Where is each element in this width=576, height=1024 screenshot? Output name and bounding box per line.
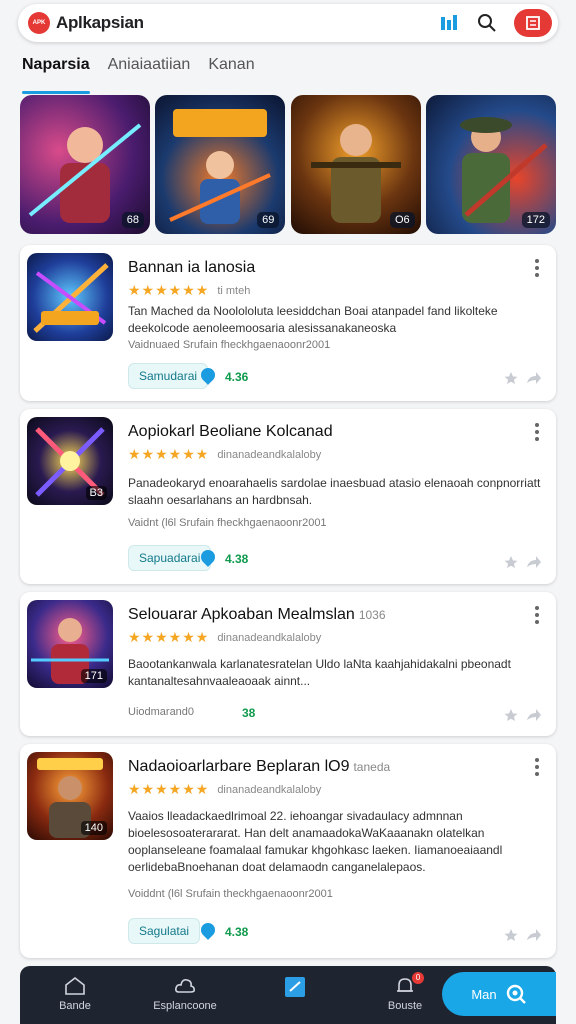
category-tabs: Naparsia Aniaiaatiian Kanan [22,52,273,94]
app-header: APK Aplkapsian [18,4,558,42]
app-size: 4.36 [225,370,249,384]
star-rating-icon: ★★★★★★ [128,446,210,462]
app-title: Selouarar Apkoaban Mealmslan 1036 [128,606,386,623]
star-rating-icon: ★★★★★★ [128,781,210,797]
app-card[interactable]: B3 Aopiokarl Beoliane Kolcanad ★★★★★★ di… [20,409,556,584]
banner-badge: O6 [389,212,415,228]
tab-aniaiaatiian[interactable]: Aniaiaatiian [108,52,191,88]
banner-badge: 69 [257,212,280,228]
app-meta: Vaidnuaed Srufain fheckhgaenaoonr2001 [128,339,331,351]
app-thumbnail [27,253,113,341]
search-cta-button[interactable]: Man [442,972,556,1016]
more-options-icon[interactable] [532,421,542,443]
rating-row: ★★★★★★ dinanadeandkalaloby [128,629,321,646]
app-thumbnail: 140 [27,752,113,840]
category-chip[interactable]: Sapuadarai [128,545,212,571]
search-icon [506,984,526,1004]
card-actions [504,928,542,942]
nav-label: Bouste [387,1000,423,1012]
category-chip[interactable]: Sagulatai [128,918,201,944]
more-options-icon[interactable] [532,257,542,279]
nav-item-edit[interactable] [240,966,350,998]
banner-badge: 68 [121,212,144,228]
app-title: Aopiokarl Beoliane Kolcanad [128,423,333,440]
rating-row: ★★★★★★ dinanadeandkalaloby [128,781,321,798]
rating-row: ★★★★★★ ti mteh [128,282,250,299]
featured-banner-2[interactable]: 69 [155,95,286,234]
app-title: Nadaoioarlarbare Beplaran lO9 taneda [128,758,391,775]
tab-naparsia[interactable]: Naparsia [22,52,90,94]
app-title: Aplkapsian [56,13,144,32]
thumb-count: 171 [80,669,107,683]
card-actions [504,555,542,569]
app-logo[interactable]: APK [28,12,50,34]
star-icon[interactable] [504,928,518,942]
featured-banner-4[interactable]: 172 [425,95,556,234]
cta-label: Man [471,986,497,1002]
star-rating-icon: ★★★★★★ [128,629,210,645]
thumb-count: 140 [80,821,107,835]
nav-label: Esplancoone [153,1000,217,1012]
notification-badge: 0 [412,972,424,984]
app-meta: Voiddnt (l6l Srufain theckhgaenaoonr2001 [128,888,333,900]
rating-tag: dinanadeandkalaloby [217,448,322,461]
app-size: 4.38 [225,925,249,939]
nav-label: Bande [59,1000,91,1012]
share-icon[interactable] [526,928,542,942]
star-rating-icon: ★★★★★★ [128,282,210,298]
app-size: 38 [242,706,256,720]
menu-icon[interactable] [514,9,552,37]
share-icon[interactable] [526,371,542,385]
tab-kanan[interactable]: Kanan [208,52,254,88]
banner-badge: 172 [521,212,550,228]
cloud-icon [175,979,195,993]
more-options-icon[interactable] [532,604,542,626]
grid-icon[interactable] [438,12,460,34]
app-title: Bannan ia lanosia [128,259,256,276]
app-thumbnail: B3 [27,417,113,505]
edit-square-icon [285,977,305,997]
app-description: Vaaios lleadackaedlrimoal 22. iehoangar … [128,809,503,874]
featured-banner-3[interactable]: O6 [290,95,421,234]
rating-row: ★★★★★★ dinanadeandkalaloby [128,446,321,463]
card-actions [504,371,542,385]
card-actions [504,708,542,722]
more-options-icon[interactable] [532,756,542,778]
app-meta: Uiodmarand0 [128,706,195,718]
nav-item-explore[interactable]: Esplancoone [130,966,240,1012]
app-description: Tan Mached da Noolololuta leesiddchan Bo… [128,304,498,335]
featured-banners: 68 69 O6 172 [20,95,556,235]
share-icon[interactable] [526,708,542,722]
rating-tag: ti mteh [217,284,251,297]
share-icon[interactable] [526,555,542,569]
thumb-count: B3 [85,486,107,500]
home-icon [65,976,85,995]
featured-banner-1[interactable]: 68 [20,95,150,234]
bottom-nav: Bande Esplancoone 0 Bouste Man [20,966,556,1024]
rating-tag: dinanadeandkalaloby [217,631,322,644]
star-icon[interactable] [504,371,518,385]
nav-item-home[interactable]: Bande [20,966,130,1012]
app-thumbnail: 171 [27,600,113,688]
star-icon[interactable] [504,708,518,722]
app-card[interactable]: 140 Nadaoioarlarbare Beplaran lO9 taneda … [20,744,556,958]
app-description: Panadeokaryd enoarahaelis sardolae inaes… [128,476,541,507]
category-chip[interactable]: Samudarai [128,363,209,389]
search-icon[interactable] [476,12,498,34]
app-description: Baootankanwala karlanatesratelan Uldo la… [128,657,511,688]
app-card[interactable]: Bannan ia lanosia ★★★★★★ ti mteh Tan Mac… [20,245,556,401]
location-pin-icon [198,920,218,940]
star-icon[interactable] [504,555,518,569]
rating-tag: dinanadeandkalaloby [217,783,322,796]
app-size: 4.38 [225,552,249,566]
app-meta: Vaidnt (l6l Srufain fheckhgaenaoonr2001 [128,517,327,529]
app-card[interactable]: 171 Selouarar Apkoaban Mealmslan 1036 ★★★… [20,592,556,736]
